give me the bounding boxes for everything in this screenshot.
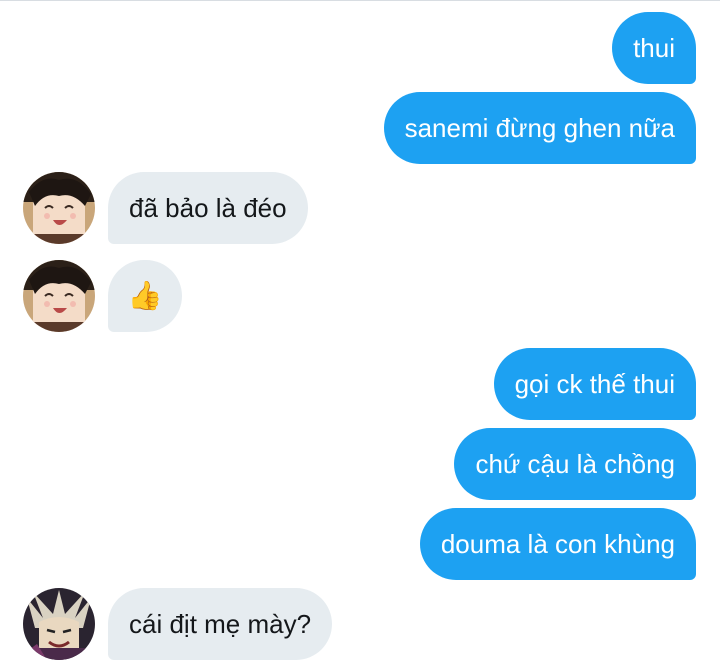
sender-avatar[interactable] xyxy=(23,172,95,244)
message-outgoing[interactable]: chứ cậu là chồng xyxy=(454,428,696,500)
anime-avatar-laughing-icon xyxy=(23,172,95,244)
anime-avatar-laughing-icon xyxy=(23,260,95,332)
message-incoming-emoji[interactable]: 👍 xyxy=(108,260,182,332)
anime-avatar-dark-icon xyxy=(23,588,95,660)
message-incoming[interactable]: cái địt mẹ mày? xyxy=(108,588,333,660)
message-outgoing[interactable]: gọi ck thế thui xyxy=(493,348,696,420)
message-incoming[interactable]: đã bảo là đéo xyxy=(108,172,308,244)
sender-avatar[interactable] xyxy=(23,588,95,660)
message-outgoing[interactable]: douma là con khùng xyxy=(419,508,696,580)
message-outgoing[interactable]: thui xyxy=(612,12,696,84)
header-divider xyxy=(0,0,720,1)
sender-avatar[interactable] xyxy=(23,260,95,332)
message-outgoing[interactable]: sanemi đừng ghen nữa xyxy=(383,92,696,164)
